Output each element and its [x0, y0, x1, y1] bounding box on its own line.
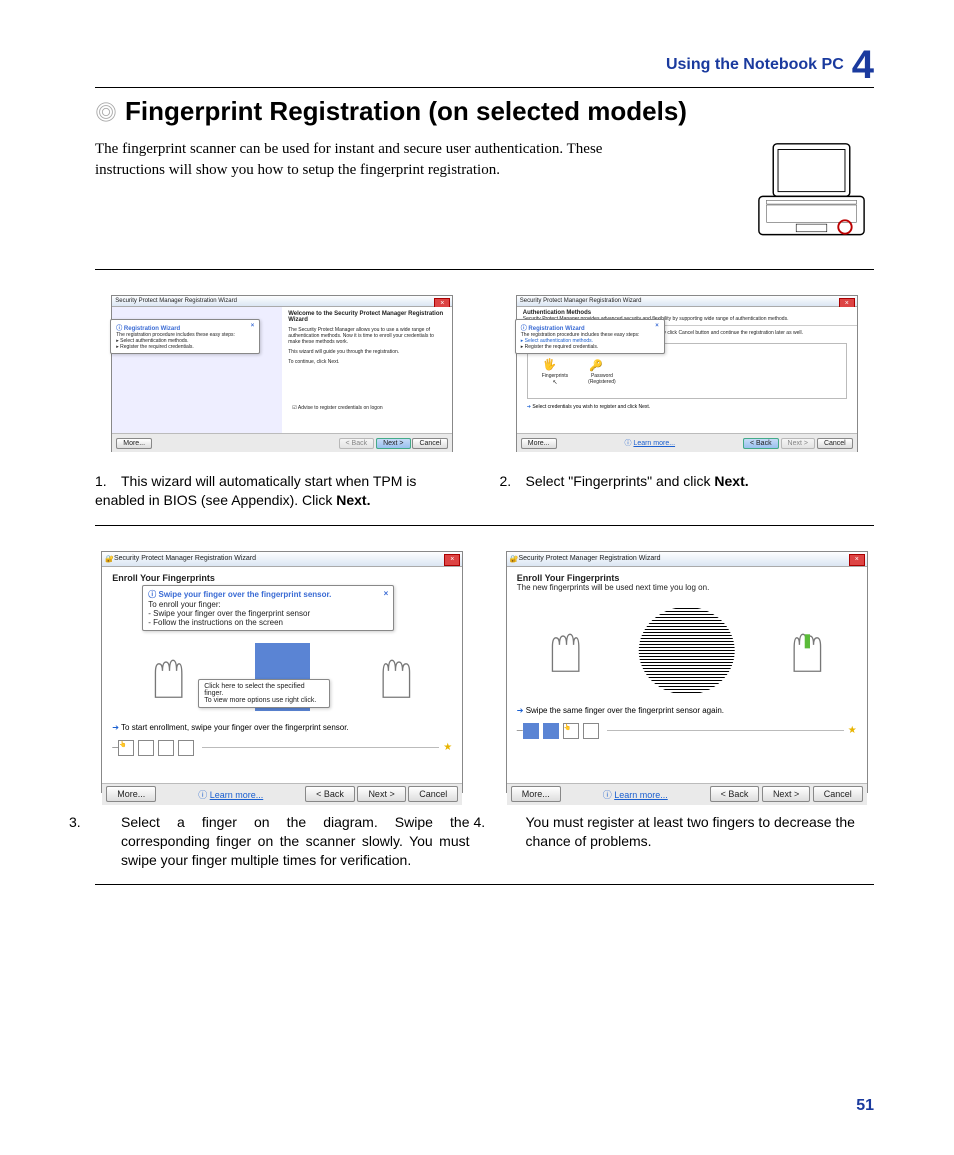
- hint-text: Swipe the same finger over the fingerpri…: [526, 706, 724, 715]
- left-hand-icon[interactable]: [545, 629, 581, 673]
- page-header: Using the Notebook PC 4: [95, 45, 874, 88]
- divider: [95, 884, 874, 885]
- back-button[interactable]: < Back: [305, 786, 355, 802]
- learn-more-link[interactable]: Learn more...: [614, 790, 668, 800]
- chapter-number: 4: [852, 45, 874, 85]
- more-button[interactable]: More...: [116, 438, 152, 449]
- wiz4-heading: Enroll Your Fingerprints: [517, 573, 857, 583]
- step2-caption: 2.Select "Fingerprints" and click Next.: [500, 472, 875, 491]
- finger-tip1: Click here to select the specified finge…: [204, 683, 324, 697]
- laptop-illustration: [749, 139, 874, 249]
- progress-slot: [583, 723, 599, 739]
- more-button[interactable]: More...: [511, 786, 561, 802]
- tip-title: Swipe your finger over the fingerprint s…: [158, 590, 331, 599]
- divider: [95, 525, 874, 526]
- fingerprint-icon: [95, 101, 117, 123]
- next-button[interactable]: Next >: [762, 786, 810, 802]
- step1-caption: 1.This wizard will automatically start w…: [95, 472, 470, 510]
- hint-text: To start enrollment, swipe your finger o…: [121, 723, 349, 732]
- wiz3-heading: Enroll Your Fingerprints: [112, 573, 452, 583]
- next-button: Next >: [781, 438, 815, 449]
- progress-slot: [543, 723, 559, 739]
- close-icon[interactable]: ×: [849, 554, 865, 566]
- screenshot-step3: 🔐 Security Protect Manager Registration …: [101, 551, 463, 793]
- section-name: Using the Notebook PC: [666, 56, 844, 74]
- star-icon: ★: [848, 725, 857, 736]
- page-number: 51: [856, 1097, 874, 1115]
- more-button[interactable]: More...: [106, 786, 156, 802]
- more-button[interactable]: More...: [521, 438, 557, 449]
- option-password[interactable]: 🔑 Password (Registered): [588, 357, 616, 385]
- back-button: < Back: [339, 438, 375, 449]
- cancel-button[interactable]: Cancel: [412, 438, 448, 449]
- step3-caption: 3.Select a finger on the diagram. Swipe …: [95, 813, 470, 870]
- right-hand-icon[interactable]: [381, 655, 417, 699]
- left-hand-icon[interactable]: [148, 655, 184, 699]
- screenshot-step1: Security Protect Manager Registration Wi…: [111, 295, 453, 452]
- window-title: Security Protect Manager Registration Wi…: [518, 555, 660, 562]
- screenshot-step2: Security Protect Manager Registration Wi…: [516, 295, 858, 452]
- cancel-button[interactable]: Cancel: [813, 786, 863, 802]
- screenshot-step4: 🔐 Security Protect Manager Registration …: [506, 551, 868, 793]
- close-icon[interactable]: ×: [444, 554, 460, 566]
- fingerprint-image: [638, 606, 736, 696]
- cancel-button[interactable]: Cancel: [817, 438, 853, 449]
- learn-more-link[interactable]: Learn more...: [633, 440, 675, 447]
- next-button[interactable]: Next >: [376, 438, 410, 449]
- window-title: Security Protect Manager Registration Wi…: [520, 298, 642, 304]
- back-button[interactable]: < Back: [743, 438, 779, 449]
- progress-slot: [523, 723, 539, 739]
- checkbox-advise[interactable]: Advise to register credentials on logon: [298, 405, 383, 411]
- intro-text: The fingerprint scanner can be used for …: [95, 139, 655, 181]
- right-hand-icon[interactable]: [792, 629, 828, 673]
- window-title: Security Protect Manager Registration Wi…: [114, 555, 256, 562]
- cancel-button[interactable]: Cancel: [408, 786, 458, 802]
- back-button[interactable]: < Back: [710, 786, 760, 802]
- progress-slot: [178, 740, 194, 756]
- window-title: Security Protect Manager Registration Wi…: [115, 298, 237, 304]
- progress-slot: 👆: [563, 723, 579, 739]
- star-icon: ★: [443, 742, 452, 753]
- progress-slot: 👆: [118, 740, 134, 756]
- progress-slot: [158, 740, 174, 756]
- divider: [95, 269, 874, 270]
- step4-caption: 4.You must register at least two fingers…: [500, 813, 875, 851]
- wiz1-heading: Welcome to the Security Protect Manager …: [288, 311, 446, 323]
- learn-more-link[interactable]: Learn more...: [210, 790, 264, 800]
- progress-slot: [138, 740, 154, 756]
- title-row: Fingerprint Registration (on selected mo…: [95, 96, 874, 127]
- finger-tip2: To view more options use right click.: [204, 697, 324, 704]
- page-title: Fingerprint Registration (on selected mo…: [125, 96, 687, 127]
- next-button[interactable]: Next >: [357, 786, 405, 802]
- option-fingerprints[interactable]: 🖐 Fingerprints ↖: [542, 357, 568, 386]
- hint-text: Select credentials you wish to register …: [532, 404, 650, 410]
